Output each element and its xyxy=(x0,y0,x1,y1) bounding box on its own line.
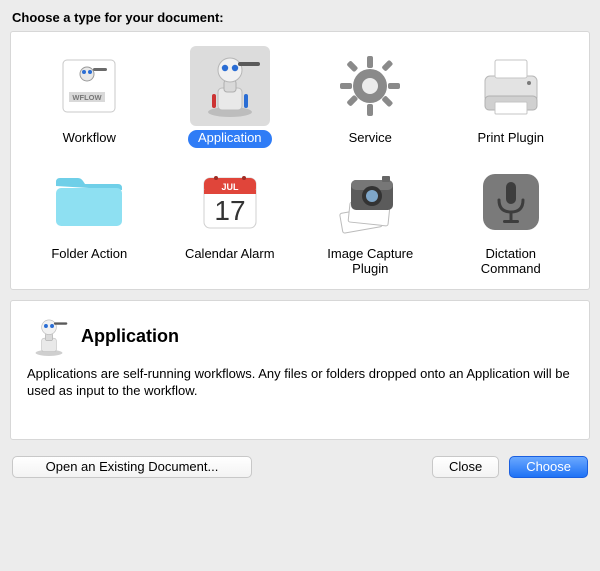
description-title: Application xyxy=(81,326,179,347)
type-label: Image Capture Plugin xyxy=(305,246,435,279)
calendar-icon: JUL 17 xyxy=(198,170,262,234)
dialog-prompt: Choose a type for your document: xyxy=(0,0,600,31)
description-body: Applications are self-running workflows.… xyxy=(27,365,573,400)
type-service[interactable]: Service xyxy=(300,46,441,148)
dialog-footer: Open an Existing Document... Close Choos… xyxy=(0,450,600,478)
type-label: Calendar Alarm xyxy=(175,246,285,264)
type-dictation-command[interactable]: Dictation Command xyxy=(441,162,582,279)
application-icon xyxy=(27,315,71,359)
type-grid: WFLOW Workflow xyxy=(11,32,589,289)
type-image-capture-plugin[interactable]: Image Capture Plugin xyxy=(300,162,441,279)
type-label: Print Plugin xyxy=(468,130,554,148)
close-button[interactable]: Close xyxy=(432,456,499,478)
type-folder-action[interactable]: Folder Action xyxy=(19,162,160,279)
description-panel: Application Applications are self-runnin… xyxy=(10,300,590,440)
workflow-icon: WFLOW xyxy=(57,54,121,118)
folder-icon xyxy=(52,172,126,232)
type-print-plugin[interactable]: Print Plugin xyxy=(441,46,582,148)
microphone-icon xyxy=(479,170,543,234)
svg-text:17: 17 xyxy=(214,195,245,226)
type-label: Application xyxy=(188,130,272,148)
type-calendar-alarm[interactable]: JUL 17 Calendar Alarm xyxy=(160,162,301,279)
gear-icon xyxy=(336,52,404,120)
open-existing-button[interactable]: Open an Existing Document... xyxy=(12,456,252,478)
type-grid-panel: WFLOW Workflow xyxy=(10,31,590,290)
camera-icon xyxy=(335,170,405,234)
type-label: Folder Action xyxy=(41,246,137,264)
type-label: Service xyxy=(339,130,402,148)
type-label: Workflow xyxy=(53,130,126,148)
type-label: Dictation Command xyxy=(446,246,576,279)
printer-icon xyxy=(477,52,545,120)
svg-text:WFLOW: WFLOW xyxy=(73,93,103,102)
type-workflow[interactable]: WFLOW Workflow xyxy=(19,46,160,148)
svg-text:JUL: JUL xyxy=(221,182,239,192)
application-icon xyxy=(194,50,266,122)
choose-button[interactable]: Choose xyxy=(509,456,588,478)
type-application[interactable]: Application xyxy=(160,46,301,148)
